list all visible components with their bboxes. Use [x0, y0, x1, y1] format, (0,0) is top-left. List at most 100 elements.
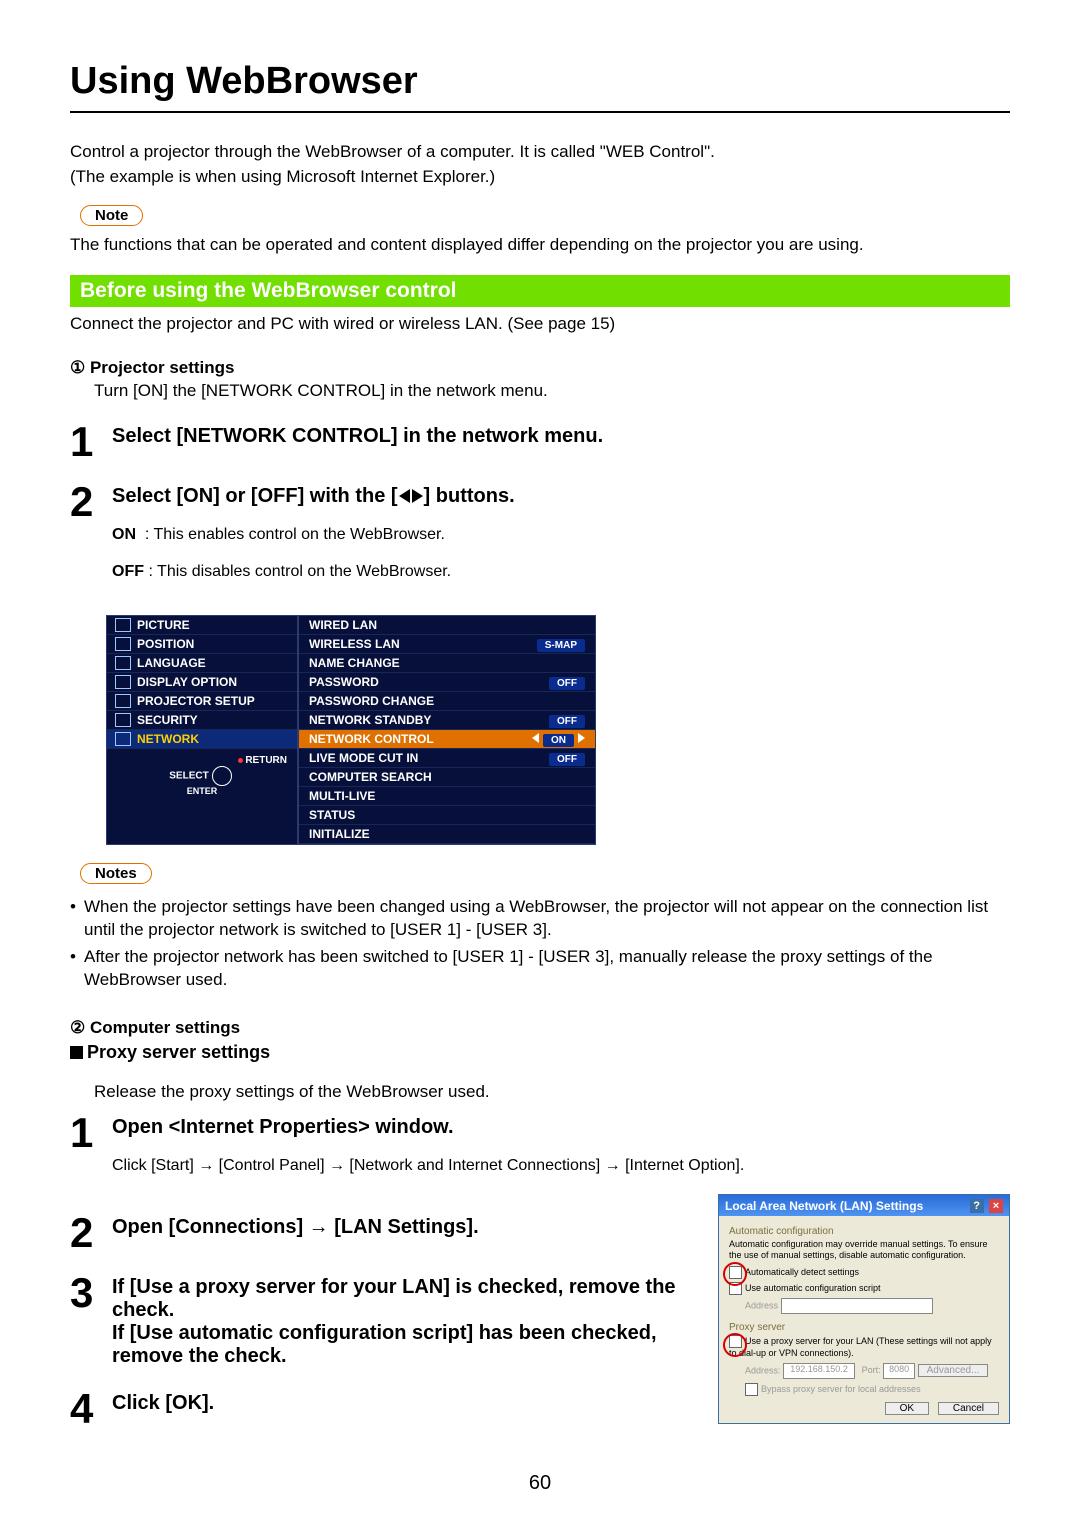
proxy-step-1-title: Open <Internet Properties> window. [112, 1116, 1010, 1139]
projector-menu-right: WIRED LANWIRELESS LANS-MAPNAME CHANGEPAS… [298, 615, 596, 845]
proxy-step-1: 1 Open <Internet Properties> window. Cli… [70, 1112, 1010, 1193]
auto-config-group-title: Automatic configuration [729, 1226, 999, 1237]
auto-detect-label: Automatically detect settings [745, 1267, 859, 1277]
menu-item: DISPLAY OPTION [107, 673, 297, 692]
projector-menu-screenshot: PICTURE POSITION LANGUAGE DISPLAY OPTION… [106, 615, 596, 845]
bypass-label: Bypass proxy server for local addresses [761, 1384, 921, 1394]
notes-item: When the projector settings have been ch… [70, 896, 1010, 942]
intro-text-2: (The example is when using Microsoft Int… [70, 166, 1010, 189]
step-2-off-line: OFF : This disables control on the WebBr… [112, 561, 1010, 583]
submenu-row: WIRED LAN [299, 616, 595, 635]
notes-badge: Notes [80, 863, 152, 884]
submenu-row: COMPUTER SEARCH [299, 768, 595, 787]
language-icon [115, 656, 131, 670]
step-number-1: 1 [70, 421, 112, 463]
intro-text-1: Control a projector through the WebBrows… [70, 141, 1010, 164]
lan-settings-dialog: Local Area Network (LAN) Settings ? × Au… [718, 1194, 1010, 1424]
step-2-off-label: OFF [112, 563, 144, 580]
left-arrow-icon [399, 489, 410, 503]
proxy-step-1-text: Click [Start] → [Control Panel] → [Netwo… [112, 1155, 1010, 1177]
submenu-row: INITIALIZE [299, 825, 595, 844]
submenu-row: NETWORK CONTROLON [299, 730, 595, 749]
right-arrow-icon [412, 489, 423, 503]
square-bullet-icon [70, 1046, 83, 1059]
submenu-row: NETWORK STANDBYOFF [299, 711, 595, 730]
proxy-step-2: 2 Open [Connections] → [LAN Settings]. [70, 1212, 702, 1254]
step-2-on-text: : This enables control on the WebBrowser… [145, 526, 445, 543]
menu-item: LANGUAGE [107, 654, 297, 673]
step-number-2: 2 [70, 481, 112, 523]
page-number: 60 [70, 1472, 1010, 1495]
submenu-row: MULTI-LIVE [299, 787, 595, 806]
note-text-1: The functions that can be operated and c… [70, 234, 1010, 257]
proxy-step-number-1: 1 [70, 1112, 112, 1154]
network-icon [115, 732, 131, 746]
projector-settings-text: Turn [ON] the [NETWORK CONTROL] in the n… [94, 380, 1010, 403]
title-divider [70, 111, 1010, 113]
projector-menu-left: PICTURE POSITION LANGUAGE DISPLAY OPTION… [106, 615, 298, 845]
script-address-input[interactable] [781, 1298, 933, 1314]
submenu-row: NAME CHANGE [299, 654, 595, 673]
submenu-row: PASSWORDOFF [299, 673, 595, 692]
proxy-port-input[interactable]: 8080 [883, 1363, 915, 1379]
projector-settings-heading: ① Projector settings [70, 358, 1010, 378]
step-2-title-b: ] buttons. [424, 485, 515, 507]
close-icon[interactable]: × [989, 1199, 1003, 1213]
proxy-step-2-title: Open [Connections] → [LAN Settings]. [112, 1216, 702, 1239]
projector-menu-footer: RETURN SELECT ENTER [107, 749, 297, 804]
proxy-address-input[interactable]: 192.168.150.2 [783, 1363, 855, 1379]
security-icon [115, 713, 131, 727]
display-option-icon [115, 675, 131, 689]
right-arrow-icon [578, 733, 585, 743]
picture-icon [115, 618, 131, 632]
menu-item: PROJECTOR SETUP [107, 692, 297, 711]
menu-item: SECURITY [107, 711, 297, 730]
step-2: 2 Select [ON] or [OFF] with the [ ] butto… [70, 481, 1010, 599]
step-2-on-line: ON : This enables control on the WebBrow… [112, 524, 1010, 546]
projector-setup-icon [115, 694, 131, 708]
proxy-address-label: Address: [745, 1365, 781, 1375]
computer-settings-heading: ② Computer settings [70, 1018, 1010, 1038]
ok-button[interactable]: OK [885, 1402, 929, 1415]
advanced-button[interactable]: Advanced... [918, 1364, 989, 1377]
step-1: 1 Select [NETWORK CONTROL] in the networ… [70, 421, 1010, 463]
highlight-ring-icon [723, 1262, 747, 1286]
step-2-title-a: Select [ON] or [OFF] with the [ [112, 485, 398, 507]
submenu-row: PASSWORD CHANGE [299, 692, 595, 711]
menu-item-selected: NETWORK [107, 730, 297, 749]
help-icon[interactable]: ? [970, 1199, 984, 1213]
bypass-checkbox[interactable] [745, 1383, 758, 1396]
proxy-step-3-title: If [Use a proxy server for your LAN] is … [112, 1276, 702, 1368]
submenu-row: STATUS [299, 806, 595, 825]
menu-item: POSITION [107, 635, 297, 654]
lan-dialog-titlebar: Local Area Network (LAN) Settings ? × [719, 1195, 1009, 1216]
proxy-step-number-3: 3 [70, 1272, 112, 1314]
step-2-off-text: : This disables control on the WebBrowse… [148, 563, 451, 580]
page-title: Using WebBrowser [70, 60, 1010, 103]
proxy-step-4: 4 Click [OK]. [70, 1388, 702, 1430]
use-script-label: Use automatic configuration script [745, 1283, 881, 1293]
notes-item: After the projector network has been swi… [70, 946, 1010, 992]
step-1-title: Select [NETWORK CONTROL] in the network … [112, 425, 1010, 448]
step-2-on-label: ON [112, 526, 136, 543]
before-text: Connect the projector and PC with wired … [70, 313, 1010, 336]
left-arrow-icon [532, 733, 539, 743]
menu-item: PICTURE [107, 616, 297, 635]
proxy-step-4-title: Click [OK]. [112, 1392, 702, 1415]
proxy-step-number-4: 4 [70, 1388, 112, 1430]
use-proxy-label: Use a proxy server for your LAN (These s… [729, 1336, 992, 1358]
position-icon [115, 637, 131, 651]
submenu-row: WIRELESS LANS-MAP [299, 635, 595, 654]
highlight-ring-icon [723, 1333, 747, 1357]
proxy-step-number-2: 2 [70, 1212, 112, 1254]
proxy-settings-heading: Proxy server settings [70, 1042, 1010, 1063]
lan-dialog-title: Local Area Network (LAN) Settings [725, 1199, 923, 1213]
auto-config-text: Automatic configuration may override man… [729, 1239, 999, 1262]
submenu-row: LIVE MODE CUT INOFF [299, 749, 595, 768]
notes-list: When the projector settings have been ch… [70, 896, 1010, 992]
proxy-group-title: Proxy server [729, 1322, 999, 1333]
note-badge: Note [80, 205, 143, 226]
cancel-button[interactable]: Cancel [938, 1402, 999, 1415]
section-heading-before: Before using the WebBrowser control [70, 275, 1010, 307]
address-label: Address [745, 1300, 778, 1310]
